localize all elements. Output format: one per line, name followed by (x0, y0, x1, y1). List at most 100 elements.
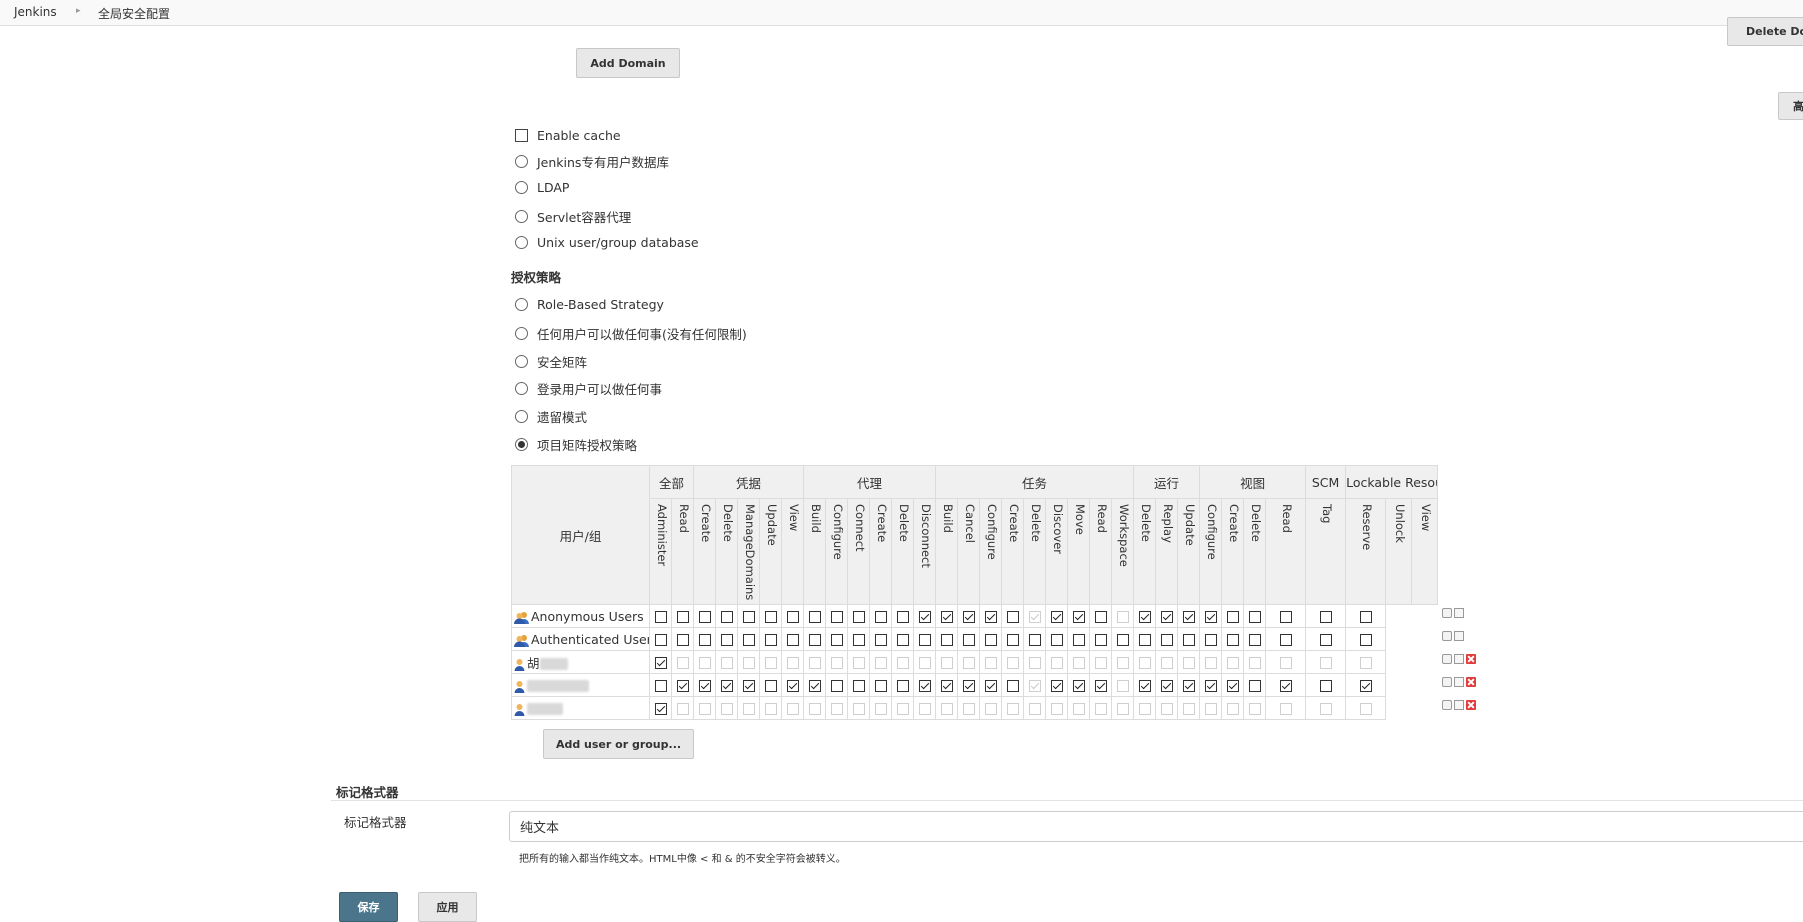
permission-checkbox[interactable] (698, 610, 711, 623)
authorization-radio[interactable] (515, 327, 528, 340)
permission-checkbox[interactable] (720, 679, 733, 692)
permission-checkbox[interactable] (676, 610, 689, 623)
permission-checkbox[interactable] (1072, 610, 1085, 623)
permission-checkbox[interactable] (742, 610, 755, 623)
permission-checkbox[interactable] (896, 633, 909, 646)
permission-checkbox[interactable] (1204, 610, 1217, 623)
permission-checkbox[interactable] (918, 633, 931, 646)
save-button[interactable]: 保存 (339, 892, 398, 922)
permission-checkbox[interactable] (918, 610, 931, 623)
authorization-radio[interactable] (515, 298, 528, 311)
authorization-option[interactable]: Role-Based Strategy (515, 297, 664, 312)
select-all-icon[interactable] (1442, 654, 1452, 664)
remove-user-icon[interactable] (1466, 654, 1476, 664)
permission-checkbox[interactable] (764, 679, 777, 692)
add-domain-button[interactable]: Add Domain (576, 48, 680, 78)
permission-checkbox[interactable] (786, 633, 799, 646)
advanced-button[interactable]: 高级 (1778, 92, 1803, 120)
unselect-all-icon[interactable] (1454, 654, 1464, 664)
permission-checkbox[interactable] (1006, 610, 1019, 623)
authorization-radio[interactable] (515, 382, 528, 395)
permission-checkbox[interactable] (1182, 633, 1195, 646)
realm-radio[interactable] (515, 210, 528, 223)
realm-option-unix[interactable]: Unix user/group database (515, 235, 699, 250)
permission-checkbox[interactable] (1279, 610, 1292, 623)
permission-checkbox[interactable] (1359, 679, 1372, 692)
authorization-option[interactable]: 安全矩阵 (515, 352, 587, 371)
permission-checkbox[interactable] (720, 610, 733, 623)
permission-checkbox[interactable] (676, 633, 689, 646)
permission-checkbox[interactable] (1226, 679, 1239, 692)
realm-option-jenkins-db[interactable]: Jenkins专有用户数据库 (515, 152, 669, 171)
permission-checkbox[interactable] (1094, 633, 1107, 646)
permission-checkbox[interactable] (1028, 633, 1041, 646)
authorization-radio[interactable] (515, 438, 528, 451)
remove-user-icon[interactable] (1466, 677, 1476, 687)
permission-checkbox[interactable] (742, 679, 755, 692)
permission-checkbox[interactable] (654, 702, 667, 715)
permission-checkbox[interactable] (874, 633, 887, 646)
permission-checkbox[interactable] (654, 679, 667, 692)
markup-formatter-select[interactable]: 纯文本 (509, 811, 1803, 842)
permission-checkbox[interactable] (1359, 633, 1372, 646)
permission-checkbox[interactable] (654, 610, 667, 623)
permission-checkbox[interactable] (1072, 633, 1085, 646)
permission-checkbox[interactable] (852, 679, 865, 692)
permission-checkbox[interactable] (698, 679, 711, 692)
permission-checkbox[interactable] (852, 633, 865, 646)
authorization-radio[interactable] (515, 410, 528, 423)
permission-checkbox[interactable] (654, 633, 667, 646)
permission-checkbox[interactable] (698, 633, 711, 646)
permission-checkbox[interactable] (830, 679, 843, 692)
permission-checkbox[interactable] (654, 656, 667, 669)
permission-checkbox[interactable] (1182, 610, 1195, 623)
delete-domain-button[interactable]: Delete Domain (1727, 17, 1803, 46)
permission-checkbox[interactable] (1226, 633, 1239, 646)
permission-checkbox[interactable] (874, 679, 887, 692)
permission-checkbox[interactable] (1160, 633, 1173, 646)
apply-button[interactable]: 应用 (418, 892, 477, 922)
permission-checkbox[interactable] (1138, 610, 1151, 623)
permission-checkbox[interactable] (1050, 633, 1063, 646)
permission-checkbox[interactable] (1006, 633, 1019, 646)
permission-checkbox[interactable] (1050, 610, 1063, 623)
permission-checkbox[interactable] (1182, 679, 1195, 692)
permission-checkbox[interactable] (1072, 679, 1085, 692)
permission-checkbox[interactable] (1204, 679, 1217, 692)
permission-checkbox[interactable] (676, 679, 689, 692)
permission-checkbox[interactable] (830, 633, 843, 646)
permission-checkbox[interactable] (808, 679, 821, 692)
realm-radio[interactable] (515, 155, 528, 168)
permission-checkbox[interactable] (1160, 610, 1173, 623)
unselect-all-icon[interactable] (1454, 677, 1464, 687)
permission-checkbox[interactable] (1279, 679, 1292, 692)
realm-option-ldap[interactable]: LDAP (515, 180, 569, 195)
permission-checkbox[interactable] (896, 610, 909, 623)
enable-cache-option[interactable]: Enable cache (515, 128, 621, 143)
permission-checkbox[interactable] (1319, 679, 1332, 692)
permission-checkbox[interactable] (1359, 610, 1372, 623)
permission-checkbox[interactable] (830, 610, 843, 623)
unselect-all-icon[interactable] (1454, 608, 1464, 618)
permission-checkbox[interactable] (962, 679, 975, 692)
permission-checkbox[interactable] (1279, 633, 1292, 646)
permission-checkbox[interactable] (1094, 679, 1107, 692)
authorization-option[interactable]: 遗留模式 (515, 407, 587, 426)
permission-checkbox[interactable] (1006, 679, 1019, 692)
realm-option-servlet[interactable]: Servlet容器代理 (515, 207, 631, 226)
permission-checkbox[interactable] (1160, 679, 1173, 692)
permission-checkbox[interactable] (1116, 633, 1129, 646)
permission-checkbox[interactable] (940, 610, 953, 623)
permission-checkbox[interactable] (1204, 633, 1217, 646)
permission-checkbox[interactable] (1050, 679, 1063, 692)
select-all-icon[interactable] (1442, 677, 1452, 687)
permission-checkbox[interactable] (984, 679, 997, 692)
permission-checkbox[interactable] (786, 610, 799, 623)
select-all-icon[interactable] (1442, 631, 1452, 641)
permission-checkbox[interactable] (962, 610, 975, 623)
permission-checkbox[interactable] (1138, 679, 1151, 692)
unselect-all-icon[interactable] (1454, 631, 1464, 641)
permission-checkbox[interactable] (808, 610, 821, 623)
permission-checkbox[interactable] (962, 633, 975, 646)
remove-user-icon[interactable] (1466, 700, 1476, 710)
